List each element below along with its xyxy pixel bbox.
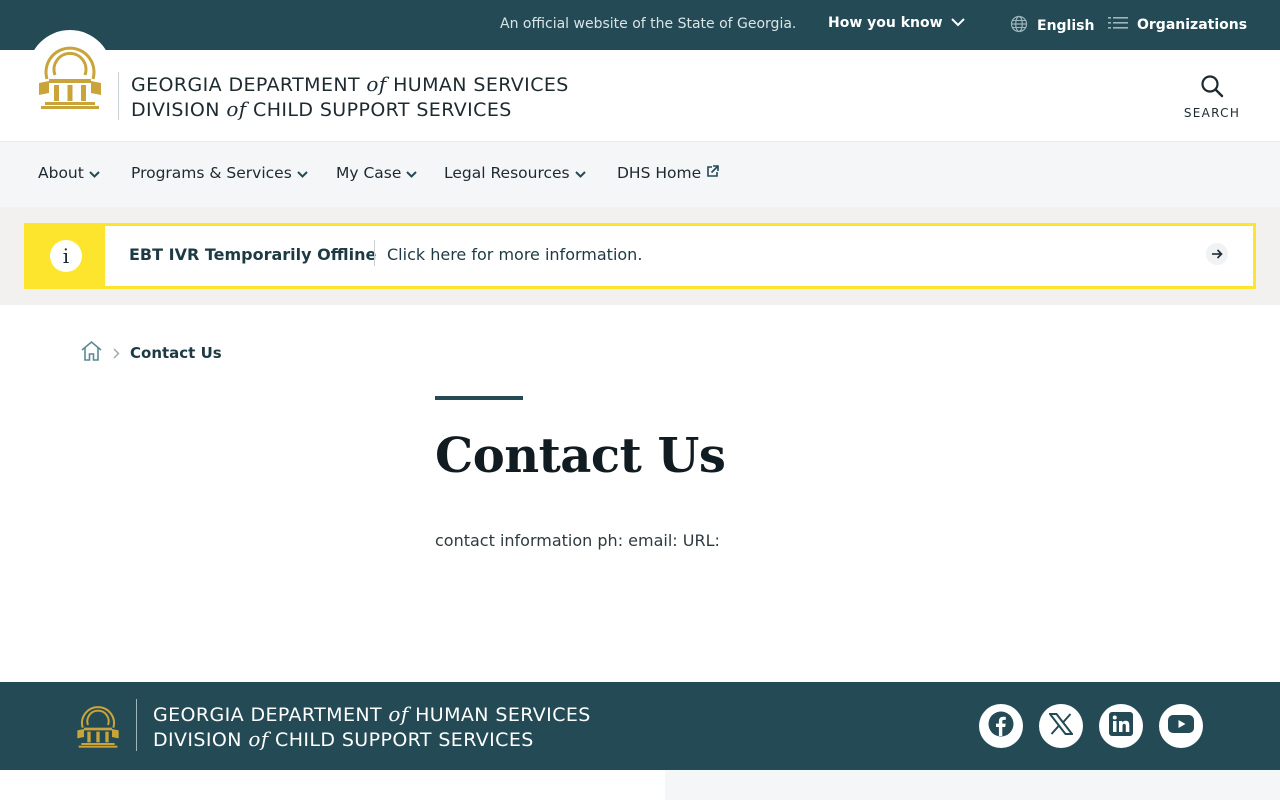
youtube-icon [1168,715,1194,737]
how-you-know-label: How you know [828,15,943,31]
brand-line-1: GEORGIA DEPARTMENT of HUMAN SERVICES [131,72,569,96]
language-selector[interactable]: English [1010,15,1094,37]
breadcrumb-current: Contact Us [130,344,222,362]
breadcrumb: Contact Us [80,340,222,366]
alert-banner-link[interactable]: i EBT IVR Temporarily Offline Click here… [24,223,1256,289]
nav-item-dhs-home[interactable]: DHS Home [617,164,719,182]
nav-item-my-case[interactable]: My Case [336,164,418,182]
x-icon [1047,713,1075,739]
chevron-down-icon [297,164,308,182]
search-icon [1200,75,1224,102]
chevron-down-icon [89,164,100,182]
organizations-menu[interactable]: Organizations [1108,15,1247,35]
title-accent-line [435,396,523,400]
search-label: SEARCH [1183,106,1241,120]
chevron-right-icon [113,344,120,363]
home-icon[interactable] [80,340,103,366]
alert-divider [374,240,375,266]
globe-icon [1010,15,1028,37]
nav-item-programs-services[interactable]: Programs & Services [131,164,308,182]
info-icon: i [50,240,82,272]
below-footer-panel [665,770,1280,800]
site-brand-title[interactable]: GEORGIA DEPARTMENT of HUMAN SERVICES DIV… [131,72,569,122]
linkedin-link[interactable] [1099,704,1143,748]
external-link-icon [706,164,719,182]
footer-seal-logo[interactable] [76,698,120,752]
chevron-down-icon [950,15,965,31]
organizations-label: Organizations [1137,17,1248,33]
brand-line-2: DIVISION of CHILD SUPPORT SERVICES [131,97,512,121]
facebook-link[interactable] [979,704,1023,748]
footer-brand-line-1: GEORGIA DEPARTMENT of HUMAN SERVICES [153,702,591,726]
language-label: English [1037,18,1095,34]
footer-divider [136,699,137,751]
chevron-down-icon [406,164,418,182]
alert-message: Click here for more information. [387,245,643,264]
search-button[interactable]: SEARCH [1178,74,1246,120]
x-link[interactable] [1039,704,1083,748]
facebook-icon [988,711,1014,741]
list-icon [1108,15,1128,35]
footer-brand-title[interactable]: GEORGIA DEPARTMENT of HUMAN SERVICES DIV… [153,702,591,752]
site-footer: GEORGIA DEPARTMENT of HUMAN SERVICES DIV… [0,682,1280,770]
official-banner: An official website of the State of Geor… [0,0,1280,50]
georgia-seal-icon [77,706,119,748]
contact-information-text: contact information ph: email: URL: [435,531,720,550]
arrow-right-icon [1206,243,1228,265]
main-navigation: About Programs & Services My Case Legal … [0,142,1280,207]
nav-item-legal-resources[interactable]: Legal Resources [444,164,586,182]
site-header: GEORGIA DEPARTMENT of HUMAN SERVICES DIV… [0,30,1280,142]
page-title: Contact Us [435,428,726,484]
alert-icon-box: i [27,226,105,286]
georgia-seal-icon [39,46,101,109]
youtube-link[interactable] [1159,704,1203,748]
footer-brand-line-2: DIVISION of CHILD SUPPORT SERVICES [153,727,534,751]
linkedin-icon [1109,712,1133,740]
alert-title: EBT IVR Temporarily Offline [129,245,377,264]
how-you-know-toggle[interactable]: How you know [828,15,965,31]
alert-region: i EBT IVR Temporarily Offline Click here… [0,207,1280,305]
official-website-text: An official website of the State of Geor… [500,16,797,32]
nav-item-about[interactable]: About [38,164,100,182]
header-divider [118,72,119,120]
georgia-seal-logo[interactable] [28,30,112,114]
chevron-down-icon [574,164,586,182]
